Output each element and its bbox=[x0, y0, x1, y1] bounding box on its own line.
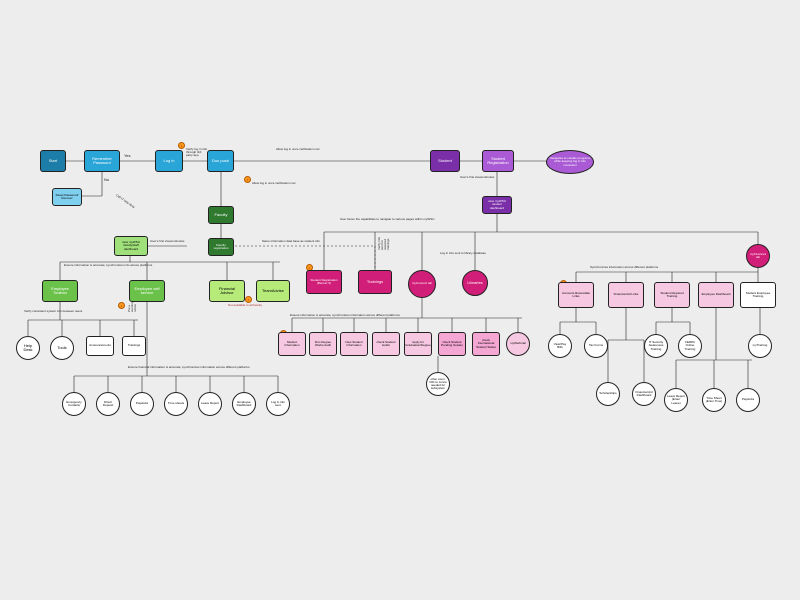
node-mytraining: myTraining bbox=[748, 334, 772, 358]
node-ferpa: FERPA Online Training bbox=[678, 334, 702, 358]
node-it-sec: IT Security Awareness Training bbox=[644, 334, 668, 358]
label-verify-trainings: Verify info sent for required trainings bbox=[378, 234, 391, 250]
label-first-visual-s: User's first visual stimulus bbox=[460, 176, 494, 179]
label-nav-pages: User Given the capabilities to navigate … bbox=[340, 218, 520, 221]
flowchart-canvas: ★ ★ ★ ★ ★ ★ ★ Start Remember Password Lo… bbox=[0, 0, 800, 600]
node-nav-programs: Navigates to outside programs while keep… bbox=[546, 150, 594, 174]
node-view-student-dash: view myWSU student dashboard bbox=[482, 196, 512, 214]
node-ar-links: Accounts Receivable Links bbox=[558, 282, 594, 308]
node-reset-password: Reset Password/ Recover bbox=[52, 188, 82, 206]
node-view-faculty-dash: view myWSU faculty/staff dashboard bbox=[114, 236, 148, 256]
node-trainings-small: Trainings bbox=[122, 336, 146, 356]
node-check-pending: check Student Pending Grades bbox=[438, 332, 466, 356]
node-direct-deposit: Direct Deposit bbox=[96, 392, 120, 416]
node-apply-grad: Apply for Graduation/Degree bbox=[404, 332, 432, 356]
node-libraries: Libraries bbox=[462, 270, 488, 296]
node-leave-report: Leave Report bbox=[198, 392, 222, 416]
note-marker: ★ bbox=[178, 142, 185, 149]
node-time-enter: Time Sheet (Enter Time) bbox=[702, 388, 726, 412]
note-marker: ★ bbox=[245, 296, 252, 303]
note-marker: ★ bbox=[118, 302, 125, 309]
node-employee-dashboard: Employee Dashboard bbox=[232, 392, 256, 416]
label-yes: Yes bbox=[124, 154, 131, 158]
node-remember-password: Remember Password bbox=[84, 150, 120, 172]
node-check-holds: check Student Holds bbox=[372, 332, 400, 356]
label-allow-login: Allow log in once verification met bbox=[276, 148, 356, 151]
label-verify-3rd: Verify log in info through 3rd party app bbox=[186, 148, 208, 157]
node-faculty-reg: Faculty registration bbox=[208, 238, 234, 256]
node-student-training: Student Required Training bbox=[654, 282, 690, 308]
node-fa-links: Financial Aid Links bbox=[608, 282, 644, 308]
node-myfinances: myFinances tab bbox=[746, 244, 770, 268]
node-emp-dash: Employee Dashboard bbox=[698, 282, 734, 308]
node-announcements: Announcements bbox=[86, 336, 114, 356]
node-login-info-ess: Log in info sent bbox=[266, 392, 290, 416]
node-leave-enter: Leave Report (Enter Leave) bbox=[664, 388, 688, 412]
node-degree-works: Run Degree Works Audit bbox=[309, 332, 337, 356]
node-view-pay: View/Pay Bills bbox=[548, 334, 572, 358]
node-fa-dash: Financial Aid Dashboard bbox=[632, 382, 656, 406]
node-help-desk: Help Desk bbox=[16, 336, 40, 360]
note-marker: ★ bbox=[244, 176, 251, 183]
node-emergency-contacts: Emergency Contacts bbox=[62, 392, 86, 416]
node-tax-forms: Tax Forms bbox=[584, 334, 608, 358]
node-scholarships: Scholarships bbox=[596, 382, 620, 406]
node-student-info: Student Information bbox=[278, 332, 306, 356]
node-check-intl: check International Student Status bbox=[472, 332, 500, 356]
node-trainings: Trainings bbox=[358, 270, 392, 294]
node-myconnect: myConnect tab bbox=[408, 270, 436, 298]
node-faculty: Faculty bbox=[208, 206, 234, 224]
node-student-reg: Student Registration bbox=[482, 150, 514, 172]
label-no: No bbox=[104, 178, 109, 182]
label-first-visual-f: User's first visual stimulus bbox=[150, 240, 184, 243]
node-student: Student bbox=[430, 150, 460, 172]
label-put-warning: Put a warning notice bbox=[128, 298, 137, 312]
node-paystubs2: Paystubs bbox=[736, 388, 760, 412]
node-login: Log in bbox=[155, 150, 183, 172]
node-tools: Tools bbox=[50, 336, 74, 360]
node-start: Start bbox=[40, 150, 66, 172]
label-sync2: Ensure information is accurate; synchron… bbox=[290, 314, 490, 317]
label-log-lib: Log in info sent to library database bbox=[440, 252, 500, 255]
node-student-reg-banner: Student Registration (Banner 9) bbox=[306, 270, 342, 294]
node-emp-toolbox: Employee Toolbox bbox=[42, 280, 78, 302]
label-sync-fin: Ensure financial information is accurate… bbox=[128, 366, 288, 369]
node-other-conn: other conn. OR no conns needed for subsy… bbox=[426, 372, 450, 396]
node-fin-advisor: Financial Advisor bbox=[209, 280, 245, 302]
node-new-student: New Student Information bbox=[340, 332, 368, 356]
label-sync3: Synchronizes information across differen… bbox=[590, 266, 760, 269]
label-allow-login2: Allow log in once verification met bbox=[252, 182, 312, 185]
label-sync1: Ensure information is accurate; synchron… bbox=[64, 264, 224, 267]
label-verify-consistent: Verify consistent system info between us… bbox=[24, 310, 134, 313]
label-same-info: Same information data base as student in… bbox=[262, 240, 332, 243]
node-student-emp-training: Student Employee Training bbox=[740, 282, 776, 308]
node-time-sheets: Time sheets bbox=[164, 392, 188, 416]
node-duo: Duo push bbox=[207, 150, 234, 172]
node-mywebmail: myWebmail bbox=[506, 332, 530, 356]
node-paystubs: Paystubs bbox=[130, 392, 154, 416]
node-teamadvise: TeamAdvise bbox=[256, 280, 290, 302]
label-not-available: Not available to all faculty bbox=[228, 304, 268, 307]
